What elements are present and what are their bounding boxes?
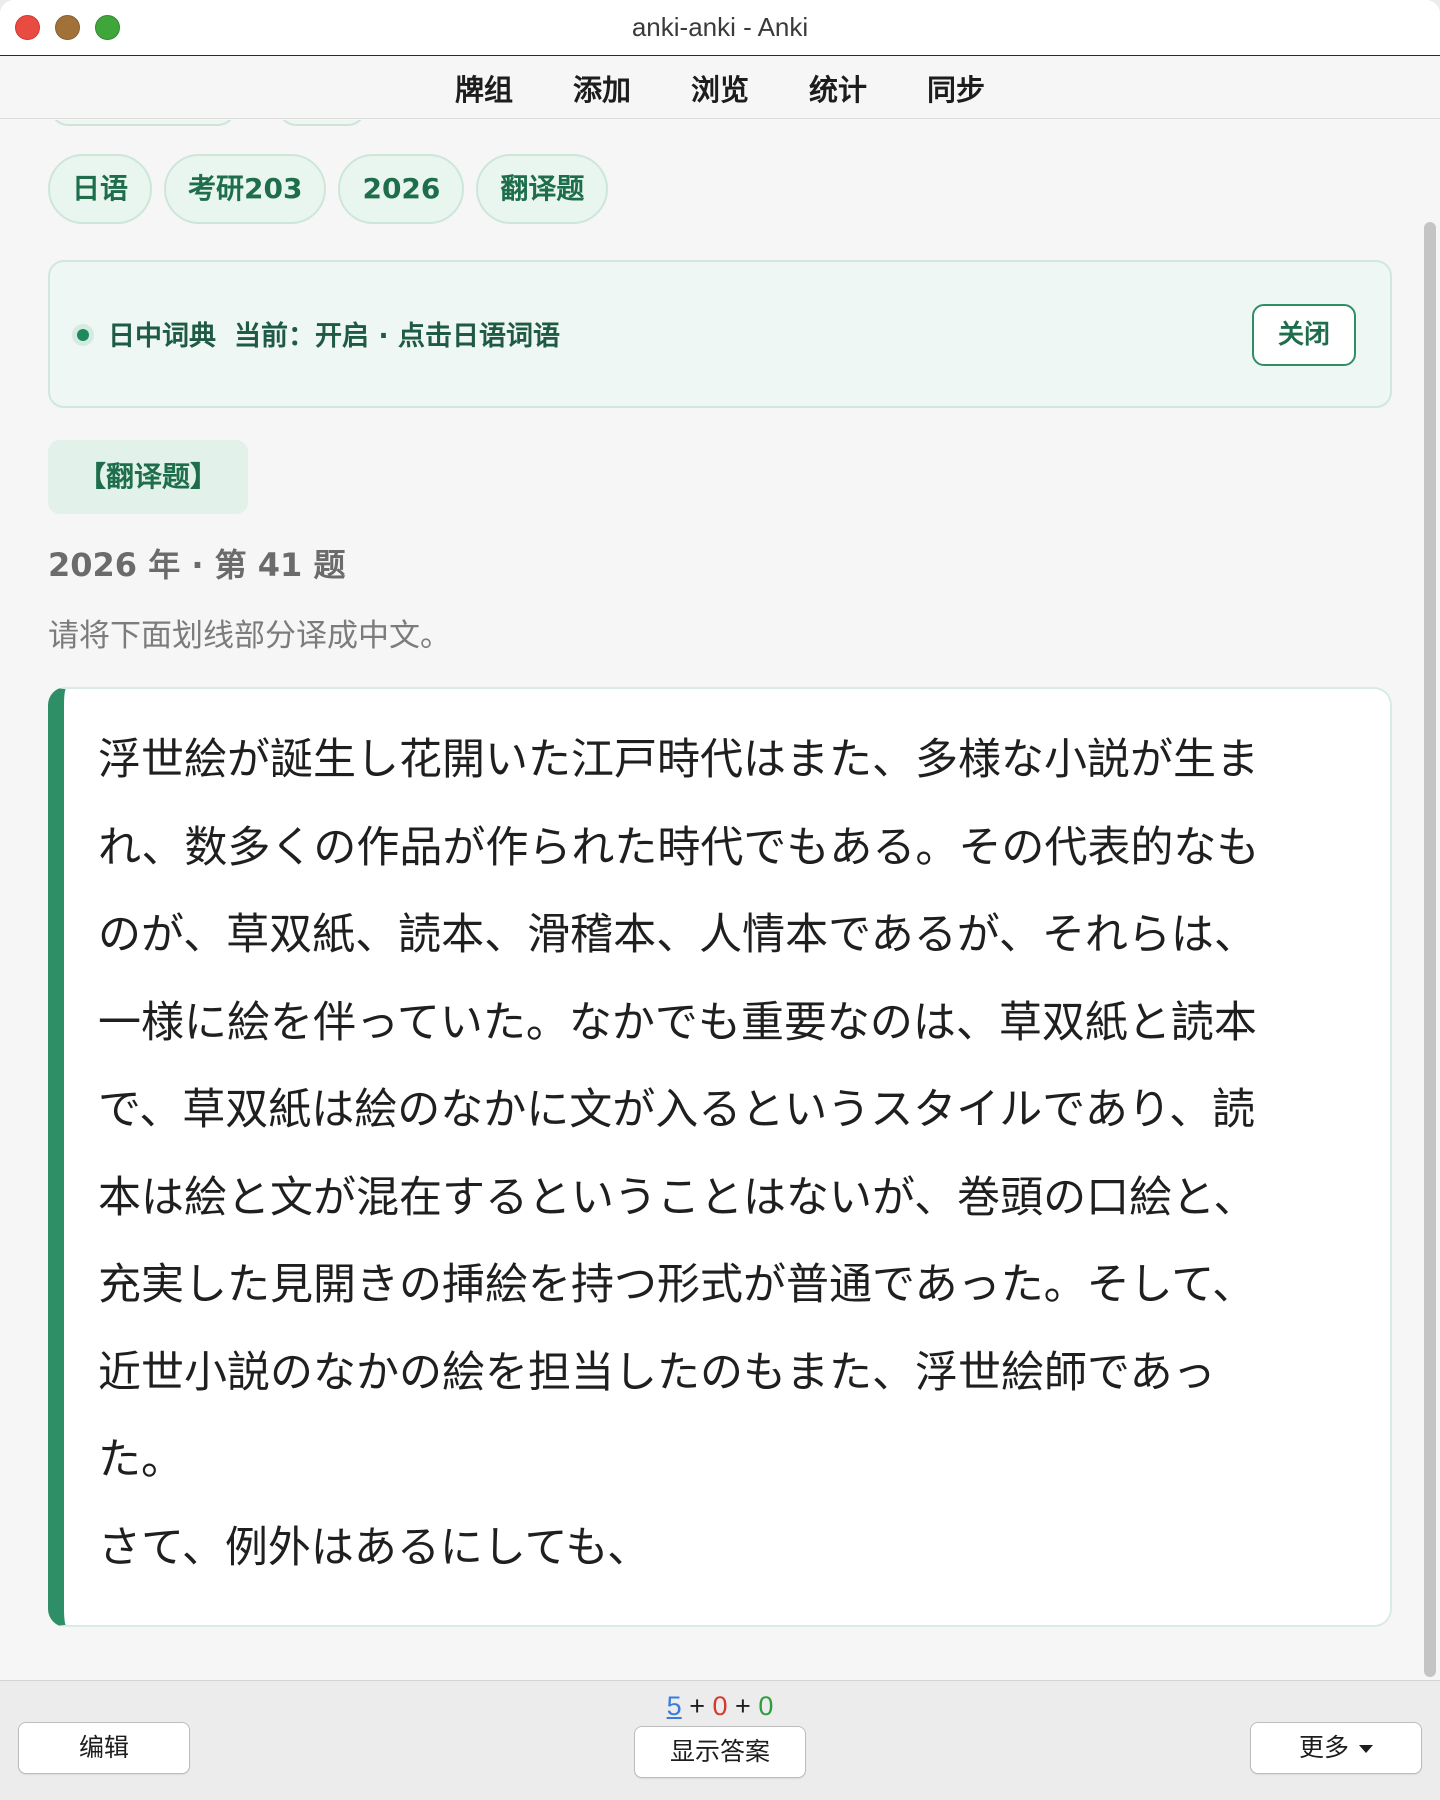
edit-button[interactable]: 编辑: [18, 1722, 190, 1774]
count-separator: +: [735, 1691, 751, 1721]
vertical-scrollbar[interactable]: [1424, 222, 1436, 1677]
passage-line[interactable]: 浮世絵が誕生し花開いた江戸時代はまた、多様な小説が生ま: [98, 717, 1350, 805]
dictionary-panel: 日中词典 当前：开启 · 点击日语词语 关闭: [48, 260, 1392, 408]
dictionary-name: 日中词典: [108, 321, 216, 352]
card-content: 日语 考研203 2026 翻译题 日中词典 当前：开启 · 点击日语词语 关闭 …: [0, 120, 1440, 1680]
passage-line[interactable]: 一様に絵を伴っていた。なかでも重要なのは、草双紙と読本: [98, 980, 1350, 1068]
partial-tag: [278, 120, 366, 126]
passage-line[interactable]: 本は絵と文が混在するということはないが、巻頭の口絵と、: [98, 1155, 1350, 1243]
question-year-number: 2026 年 · 第 41 题: [48, 546, 346, 584]
anki-window: anki-anki - Anki 牌组 添加 浏览 统计 同步 日语 考研203…: [0, 0, 1440, 1800]
main-toolbar: 牌组 添加 浏览 统计 同步: [0, 57, 1440, 119]
dictionary-state: 当前：开启 · 点击日语词语: [234, 321, 561, 352]
passage-line[interactable]: 充実した見開きの挿絵を持つ形式が普通であった。そして、: [98, 1242, 1350, 1330]
toolbar-browse[interactable]: 浏览: [689, 63, 751, 113]
due-counts: 5 + 0 + 0: [0, 1691, 1440, 1722]
passage-line[interactable]: れ、数多くの作品が作られた時代でもある。その代表的なも: [98, 805, 1350, 893]
edit-button-label: 编辑: [78, 1733, 129, 1762]
tag-pill: 翻译题: [476, 154, 609, 224]
question-instruction: 请将下面划线部分译成中文。: [48, 618, 451, 654]
partial-tag: [50, 120, 236, 126]
new-count: 5: [666, 1691, 682, 1721]
title-bar: anki-anki - Anki: [0, 0, 1440, 56]
toolbar-sync[interactable]: 同步: [925, 63, 987, 113]
show-answer-button[interactable]: 显示答案: [634, 1726, 806, 1778]
caret-down-icon: [1359, 1745, 1373, 1753]
review-bottom-bar: 5 + 0 + 0 编辑 显示答案 更多: [0, 1680, 1440, 1800]
window-title: anki-anki - Anki: [631, 12, 809, 42]
more-button[interactable]: 更多: [1250, 1722, 1422, 1774]
review-count: 0: [758, 1691, 774, 1721]
tag-pill: 2026: [338, 154, 465, 224]
count-separator: +: [689, 1691, 705, 1721]
tag-pill: 考研203: [164, 154, 327, 224]
passage-line[interactable]: のが、草双紙、読本、滑稽本、人情本であるが、それらは、: [98, 892, 1350, 980]
status-dot-icon: [72, 324, 94, 346]
more-button-label: 更多: [1298, 1733, 1349, 1762]
close-dictionary-button[interactable]: 关闭: [1252, 304, 1356, 366]
passage-box: 浮世絵が誕生し花開いた江戸時代はまた、多様な小説が生ま れ、数多くの作品が作られ…: [48, 687, 1392, 1627]
show-answer-label: 显示答案: [669, 1737, 770, 1766]
passage-line[interactable]: で、草双紙は絵のなかに文が入るというスタイルであり、読: [98, 1067, 1350, 1155]
learn-count: 0: [712, 1691, 728, 1721]
tag-pill: 日语: [48, 154, 153, 224]
toolbar-stats[interactable]: 统计: [807, 63, 869, 113]
tag-list: 日语 考研203 2026 翻译题: [48, 154, 609, 224]
question-type-badge: 【翻译题】: [48, 440, 249, 514]
passage-line[interactable]: た。: [98, 1417, 1350, 1505]
dictionary-status: 日中词典 当前：开启 · 点击日语词语: [108, 314, 560, 353]
toolbar-add[interactable]: 添加: [571, 63, 633, 113]
passage-line[interactable]: さて、例外はあるにしても、: [98, 1505, 1350, 1593]
passage-line[interactable]: 近世小説のなかの絵を担当したのもまた、浮世絵師であっ: [98, 1330, 1350, 1418]
toolbar-decks[interactable]: 牌组: [453, 63, 515, 113]
